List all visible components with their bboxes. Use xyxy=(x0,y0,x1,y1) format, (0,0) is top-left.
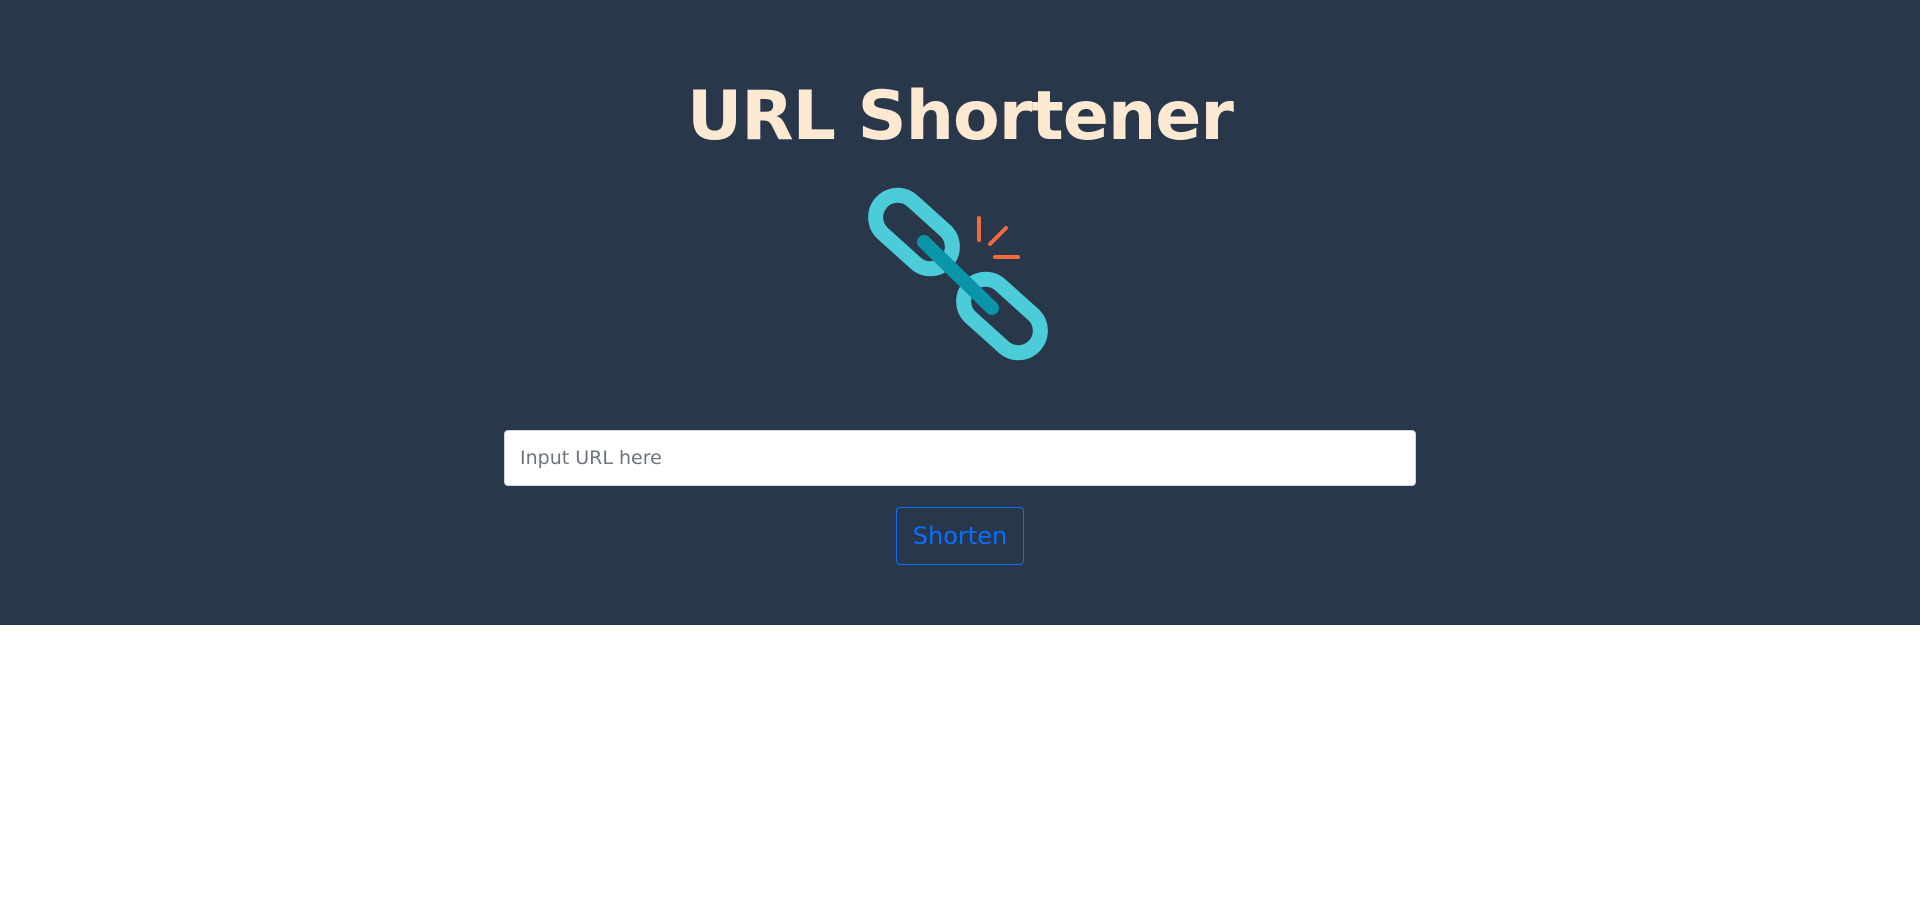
url-input[interactable] xyxy=(504,430,1416,486)
page-title: URL Shortener xyxy=(687,77,1234,156)
broken-chain-link-icon xyxy=(868,187,1048,361)
shorten-button[interactable]: Shorten xyxy=(896,507,1024,565)
hero-section: URL Shortener Shorten xyxy=(0,0,1920,625)
